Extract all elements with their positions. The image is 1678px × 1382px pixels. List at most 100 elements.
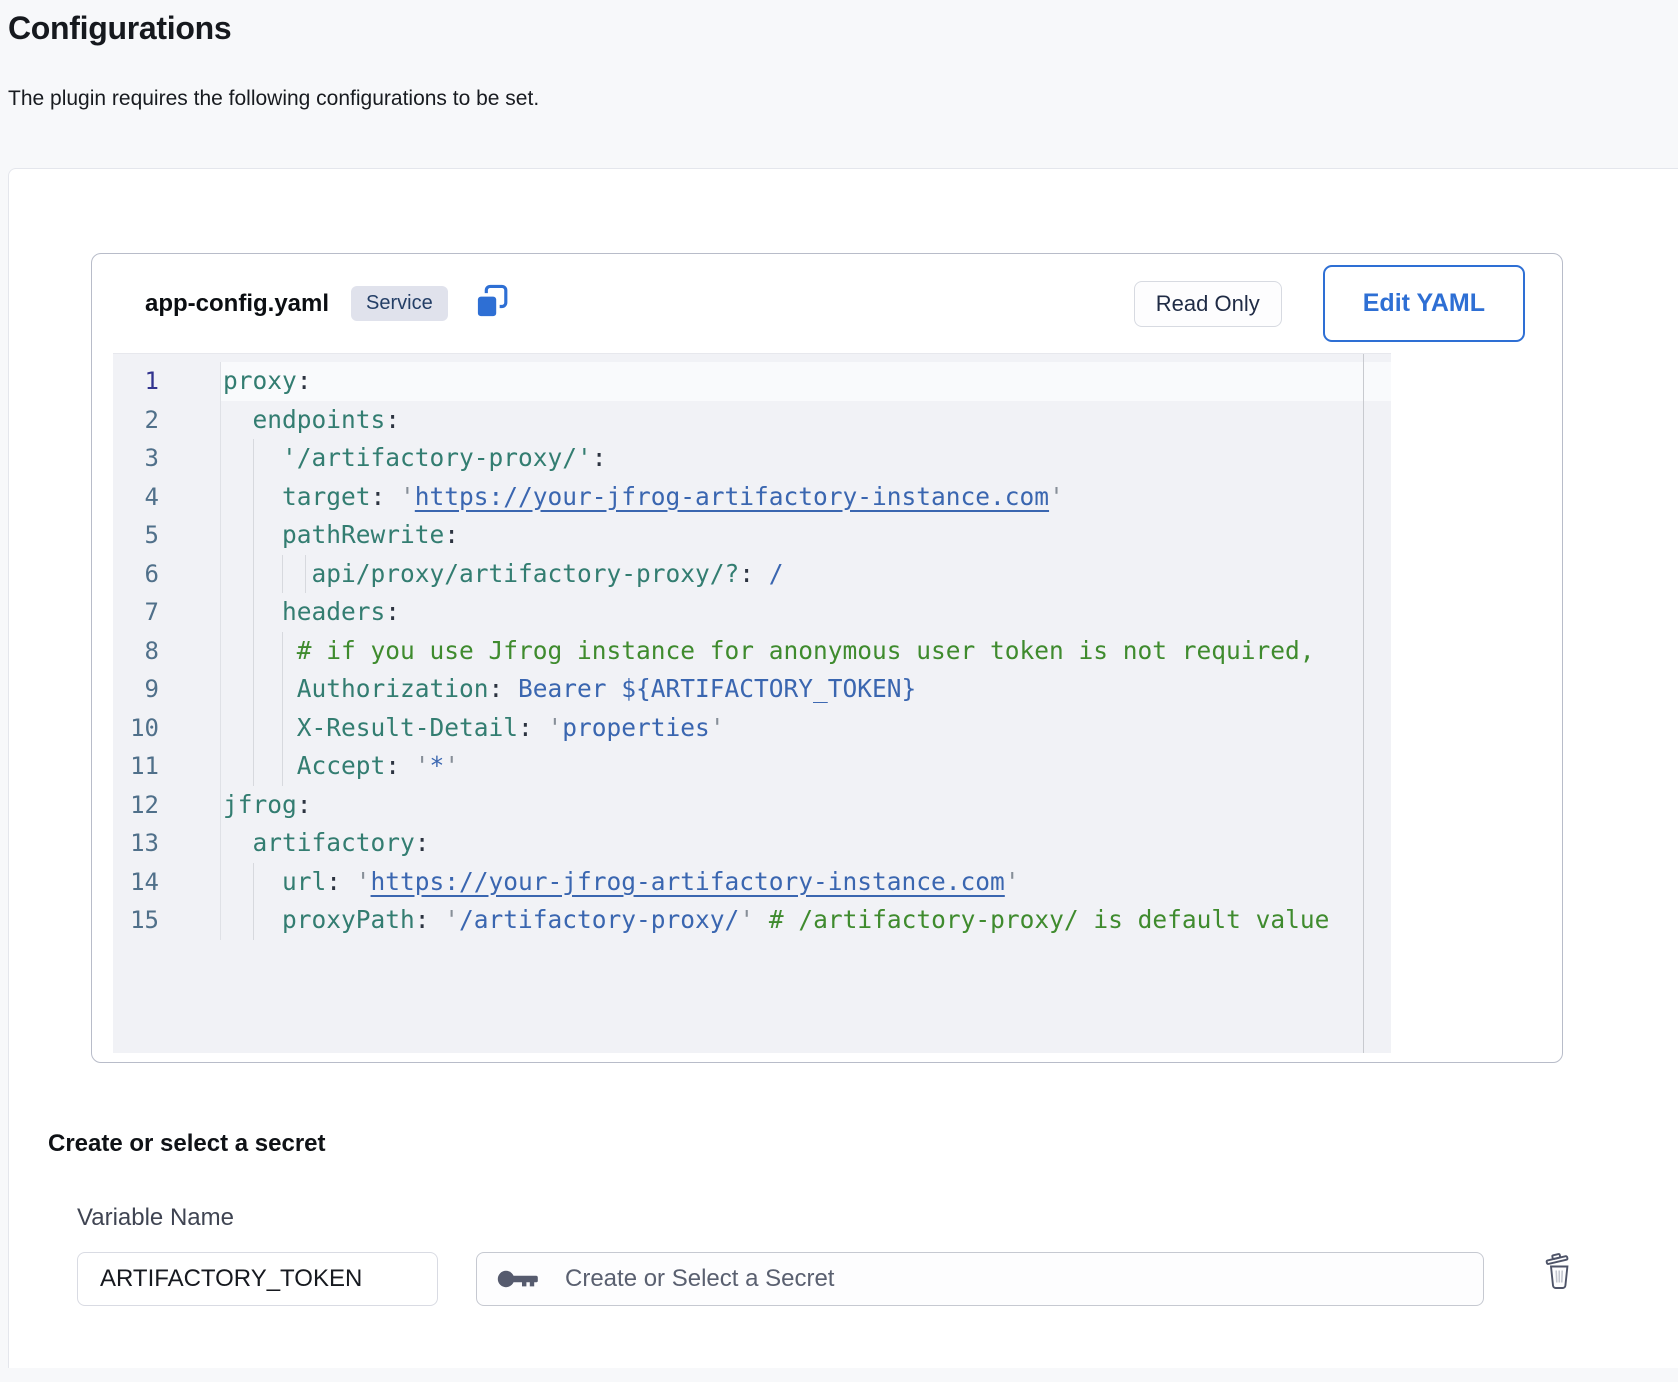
code-line-9[interactable]: 9Authorization: Bearer ${ARTIFACTORY_TOK… <box>113 670 1391 709</box>
code-line-4[interactable]: 4target: 'https://your-jfrog-artifactory… <box>113 478 1391 517</box>
line-number: 5 <box>113 516 221 555</box>
line-content: '/artifactory-proxy/': <box>221 439 1391 478</box>
line-content: proxy: <box>221 362 1391 401</box>
edit-yaml-button[interactable]: Edit YAML <box>1323 265 1525 342</box>
code-line-10[interactable]: 10X-Result-Detail: 'properties' <box>113 709 1391 748</box>
token-val: /artifactory-proxy/ <box>459 905 739 934</box>
code-line-3[interactable]: 3'/artifactory-proxy/': <box>113 439 1391 478</box>
code-line-7[interactable]: 7headers: <box>113 593 1391 632</box>
token-key: Authorization <box>297 674 489 703</box>
indent-guide <box>305 555 306 594</box>
line-number: 10 <box>113 709 221 748</box>
token-key: url <box>282 867 326 896</box>
secret-row: Create or Select a Secret <box>77 1252 1678 1306</box>
code-line-13[interactable]: 13artifactory: <box>113 824 1391 863</box>
copy-button[interactable] <box>474 284 510 323</box>
read-only-button[interactable]: Read Only <box>1134 281 1282 327</box>
copy-icon <box>474 284 510 323</box>
line-content: jfrog: <box>221 786 1391 825</box>
token-punct: : <box>297 790 312 819</box>
code-line-2[interactable]: 2endpoints: <box>113 401 1391 440</box>
indent-guide <box>253 709 254 748</box>
token-quote: ' <box>400 482 415 511</box>
token-val: Bearer ${ARTIFACTORY_TOKEN} <box>518 674 916 703</box>
line-number: 3 <box>113 439 221 478</box>
code-line-1[interactable]: 1proxy: <box>113 362 1391 401</box>
variable-name-label: Variable Name <box>77 1204 1678 1232</box>
indent-guide <box>253 670 254 709</box>
line-content: artifactory: <box>221 824 1391 863</box>
line-content: api/proxy/artifactory-proxy/?: / <box>221 555 1391 594</box>
line-number: 7 <box>113 593 221 632</box>
indent-guide <box>253 632 254 671</box>
token-quote: ' <box>1005 867 1020 896</box>
code-line-14[interactable]: 14url: 'https://your-jfrog-artifactory-i… <box>113 863 1391 902</box>
token-punct: : <box>385 405 400 434</box>
token-comment: # /artifactory-proxy/ is default value <box>769 905 1330 934</box>
token-key: endpoints <box>253 405 386 434</box>
secret-section-heading: Create or select a secret <box>48 1130 1678 1158</box>
code-line-6[interactable]: 6api/proxy/artifactory-proxy/?: / <box>113 555 1391 594</box>
token-comment: # if you use Jfrog instance for anonymou… <box>297 636 1315 665</box>
indent-guide <box>282 670 283 709</box>
token-key: api/proxy/artifactory-proxy/? <box>312 559 740 588</box>
trash-icon <box>1544 1252 1574 1293</box>
indent-guide <box>253 901 254 940</box>
token-quote: ' <box>548 713 563 742</box>
token-val: * <box>430 751 445 780</box>
service-badge: Service <box>351 286 448 321</box>
indent-guide <box>282 632 283 671</box>
token-key: '/artifactory-proxy/' <box>282 443 592 472</box>
yaml-card: app-config.yaml Service Read Only Edit Y… <box>91 253 1563 1063</box>
code-line-15[interactable]: 15proxyPath: '/artifactory-proxy/' # /ar… <box>113 901 1391 940</box>
token-key: proxyPath <box>282 905 415 934</box>
indent-guide <box>253 593 254 632</box>
page-header: Configurations The plugin requires the f… <box>0 0 1678 111</box>
yaml-editor[interactable]: 1proxy:2endpoints:3'/artifactory-proxy/'… <box>113 353 1391 1053</box>
token-quote: ' <box>739 905 769 934</box>
line-content: Authorization: Bearer ${ARTIFACTORY_TOKE… <box>221 670 1391 709</box>
token-key: X-Result-Detail <box>297 713 518 742</box>
token-quote: ' <box>415 751 430 780</box>
line-number: 8 <box>113 632 221 671</box>
token-punct: : <box>326 867 356 896</box>
yaml-card-header: app-config.yaml Service Read Only Edit Y… <box>92 254 1562 353</box>
config-filename: app-config.yaml <box>145 290 329 318</box>
line-content: url: 'https://your-jfrog-artifactory-ins… <box>221 863 1391 902</box>
line-content: pathRewrite: <box>221 516 1391 555</box>
token-quote: ' <box>1049 482 1064 511</box>
line-content: headers: <box>221 593 1391 632</box>
line-content: X-Result-Detail: 'properties' <box>221 709 1391 748</box>
token-punct: : <box>489 674 519 703</box>
code-line-8[interactable]: 8 # if you use Jfrog instance for anonymo… <box>113 632 1391 671</box>
line-content: proxyPath: '/artifactory-proxy/' # /arti… <box>221 901 1391 940</box>
secret-select-field[interactable]: Create or Select a Secret <box>476 1252 1484 1306</box>
delete-secret-button[interactable] <box>1544 1252 1574 1293</box>
token-url: https://your-jfrog-artifactory-instance.… <box>371 867 1005 896</box>
token-punct: : <box>518 713 548 742</box>
indent-guide <box>253 516 254 555</box>
code-line-12[interactable]: 12jfrog: <box>113 786 1391 825</box>
token-key: proxy <box>223 366 297 395</box>
line-number: 12 <box>113 786 221 825</box>
line-number: 15 <box>113 901 221 940</box>
code-line-5[interactable]: 5pathRewrite: <box>113 516 1391 555</box>
page-description: The plugin requires the following config… <box>8 87 1678 111</box>
key-icon <box>497 1266 539 1292</box>
config-panel: app-config.yaml Service Read Only Edit Y… <box>8 168 1678 1368</box>
variable-name-input[interactable] <box>77 1252 438 1306</box>
line-content: Accept: '*' <box>221 747 1391 786</box>
token-punct: : <box>444 520 459 549</box>
line-number: 4 <box>113 478 221 517</box>
token-val: properties <box>562 713 710 742</box>
code-line-11[interactable]: 11Accept: '*' <box>113 747 1391 786</box>
token-key: Accept <box>297 751 386 780</box>
line-number: 9 <box>113 670 221 709</box>
token-val: / <box>769 559 784 588</box>
line-content: target: 'https://your-jfrog-artifactory-… <box>221 478 1391 517</box>
indent-guide <box>253 747 254 786</box>
indent-guide <box>282 555 283 594</box>
token-punct: : <box>371 482 401 511</box>
token-punct: : <box>385 597 400 626</box>
token-key: pathRewrite <box>282 520 444 549</box>
